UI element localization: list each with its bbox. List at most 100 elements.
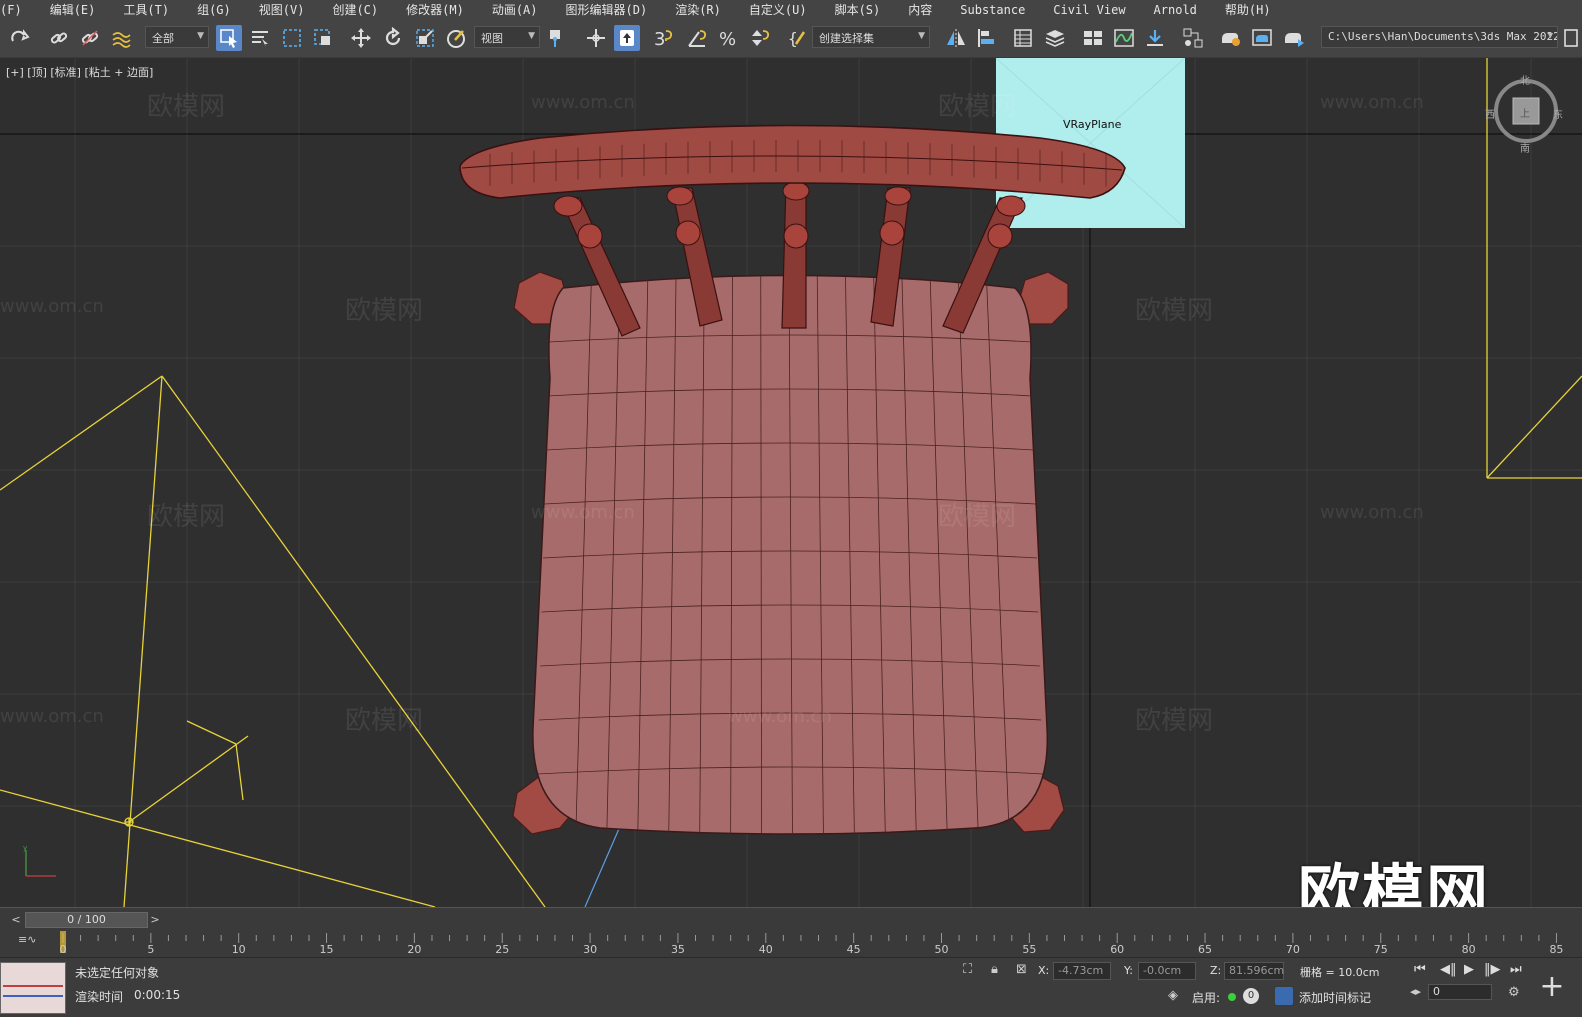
chair-model[interactable] — [459, 124, 1126, 837]
tick-label: 0 — [59, 943, 67, 956]
menu-item[interactable]: 自定义(U) — [735, 0, 821, 20]
percent-snap-icon[interactable]: % — [715, 25, 741, 51]
time-slider-handle[interactable]: 0 / 100 — [25, 912, 148, 928]
tick-label: 45 — [846, 943, 861, 956]
render-time-label: 渲染时间 — [75, 990, 124, 1004]
menu-item[interactable]: Arnold — [1140, 0, 1211, 20]
redo-icon[interactable] — [6, 25, 32, 51]
render-setup-icon[interactable] — [1218, 25, 1244, 51]
rect-selection-icon[interactable] — [279, 25, 305, 51]
prev-frame-arrow-icon[interactable]: < — [10, 912, 22, 928]
compass-north: 北 — [1520, 76, 1530, 87]
reference-coord-dropdown[interactable]: 视图 ▼ — [474, 26, 540, 48]
link-icon[interactable] — [46, 25, 72, 51]
reference-coord-value: 视图 — [481, 32, 503, 45]
named-selection-dropdown[interactable]: 创建选择集 ▼ — [812, 26, 930, 48]
enable-indicator-icon — [1228, 993, 1236, 1001]
toggle-layer-explorer-icon[interactable] — [1042, 25, 1068, 51]
select-manipulate-icon[interactable] — [583, 25, 609, 51]
rotate-icon[interactable] — [380, 25, 406, 51]
time-tag-icon[interactable] — [1275, 987, 1293, 1005]
y-coordinate[interactable]: -0.0cm — [1138, 962, 1196, 980]
project-path-dropdown[interactable]: C:\Users\Han\Documents\3ds Max 2022 ▼ — [1321, 26, 1558, 48]
project-folder-icon[interactable] — [1560, 25, 1582, 51]
tick-label: 55 — [1022, 943, 1037, 956]
window-crossing-icon[interactable] — [310, 25, 336, 51]
enable-count-badge[interactable]: 0 — [1243, 988, 1259, 1004]
isolate-icon[interactable]: ⛶ — [963, 962, 972, 977]
select-by-name-icon[interactable] — [247, 25, 273, 51]
unlink-icon[interactable] — [77, 25, 103, 51]
menu-item[interactable]: Civil View — [1039, 0, 1139, 20]
viewport-canvas — [0, 58, 1582, 907]
toggle-scene-explorer-icon[interactable] — [1010, 25, 1036, 51]
tick-label: 25 — [495, 943, 510, 956]
svg-text:{: { — [788, 29, 798, 48]
viewport-label[interactable]: [+] [顶] [标准] [粘土 + 边面] — [6, 64, 153, 80]
go-to-end-icon[interactable]: ⏭ — [1510, 962, 1522, 977]
selection-filter-dropdown[interactable]: 全部 ▼ — [145, 26, 209, 48]
menu-item[interactable]: 修改器(M) — [392, 0, 478, 20]
time-slider[interactable]: < 0 / 100 > — [0, 907, 1582, 931]
menu-item[interactable]: 动画(A) — [478, 0, 552, 20]
top-viewport[interactable]: [+] [顶] [标准] [粘土 + 边面] 欧模网 www.om.cn 欧模网… — [0, 58, 1582, 907]
rendered-frame-icon[interactable] — [1249, 25, 1275, 51]
menu-item[interactable]: 编辑(E) — [36, 0, 110, 20]
menu-item[interactable]: 创建(C) — [318, 0, 392, 20]
next-frame-icon[interactable]: ‖▶ — [1484, 962, 1501, 977]
menu-item[interactable]: 帮助(H) — [1211, 0, 1285, 20]
curve-editor-icon[interactable] — [1111, 25, 1137, 51]
menu-item[interactable]: (F) — [0, 0, 36, 20]
scale-icon[interactable] — [412, 25, 438, 51]
absolute-mode-icon[interactable]: ⊠ — [1016, 962, 1027, 977]
current-frame-field[interactable]: 0 — [1428, 984, 1492, 1000]
menu-item[interactable]: 视图(V) — [245, 0, 319, 20]
placement-icon[interactable] — [443, 25, 469, 51]
maxscript-listener[interactable] — [0, 962, 66, 1014]
next-frame-arrow-icon[interactable]: > — [149, 912, 161, 928]
move-icon[interactable] — [348, 25, 374, 51]
adaptive-degradation-icon[interactable]: ◈ — [1168, 988, 1178, 1003]
viewcube-top-face[interactable]: 上 — [1520, 105, 1530, 120]
tick-label: 40 — [758, 943, 773, 956]
align-icon[interactable] — [973, 25, 999, 51]
toggle-ribbon-icon[interactable] — [1080, 25, 1106, 51]
track-bar[interactable]: ≡∿ 0 5 10 15 20 25 30 35 40 45 50 55 60 65 70 75 80 85 — [0, 931, 1582, 957]
menu-item[interactable]: 内容 — [894, 0, 946, 20]
tick-label: 85 — [1549, 943, 1564, 956]
keyboard-shortcut-icon[interactable] — [614, 25, 640, 51]
play-icon[interactable]: ▶ — [1464, 962, 1474, 977]
render-icon[interactable] — [1281, 25, 1307, 51]
add-time-tag[interactable]: 添加时间标记 — [1299, 989, 1371, 1006]
viewcube[interactable]: 北 南 东 西 上 — [1485, 76, 1563, 155]
project-path-value: C:\Users\Han\Documents\3ds Max 2022 — [1328, 30, 1558, 43]
snaps-icon[interactable]: 3 — [650, 25, 676, 51]
curve-editor-mini-icon[interactable]: ≡∿ — [18, 933, 36, 946]
key-mode-icon[interactable]: ◂▸ — [1410, 985, 1421, 998]
bind-space-warp-icon[interactable] — [108, 25, 134, 51]
previous-frame-icon[interactable]: ◀‖ — [1440, 962, 1457, 977]
edit-named-sets-icon[interactable]: { — [785, 25, 811, 51]
time-config-icon[interactable]: ⚙ — [1508, 985, 1520, 1000]
schematic-view-icon[interactable] — [1142, 25, 1168, 51]
mirror-icon[interactable] — [943, 25, 969, 51]
menu-item[interactable]: 脚本(S) — [821, 0, 895, 20]
tick-label: 5 — [147, 943, 155, 956]
material-editor-icon[interactable] — [1180, 25, 1206, 51]
camera-target-wire[interactable] — [0, 375, 546, 907]
selection-status: 未选定任何对象 — [75, 966, 160, 980]
lock-selection-icon[interactable]: 🔒︎ — [991, 962, 998, 977]
x-coordinate[interactable]: -4.73cm — [1053, 962, 1111, 980]
go-to-start-icon[interactable]: ⏮ — [1414, 962, 1426, 977]
use-pivot-icon[interactable] — [544, 25, 570, 51]
spinner-snap-icon[interactable] — [746, 25, 772, 51]
menu-item[interactable]: 图形编辑器(D) — [552, 0, 662, 20]
select-object-icon[interactable] — [216, 25, 242, 51]
add-button-icon[interactable]: + — [1532, 966, 1572, 1006]
menu-item[interactable]: 组(G) — [183, 0, 245, 20]
menu-item[interactable]: 工具(T) — [109, 0, 183, 20]
menu-item[interactable]: 渲染(R) — [661, 0, 735, 20]
angle-snap-icon[interactable] — [684, 25, 710, 51]
z-coordinate[interactable]: 81.596cm — [1224, 962, 1284, 980]
menu-item[interactable]: Substance — [946, 0, 1039, 20]
